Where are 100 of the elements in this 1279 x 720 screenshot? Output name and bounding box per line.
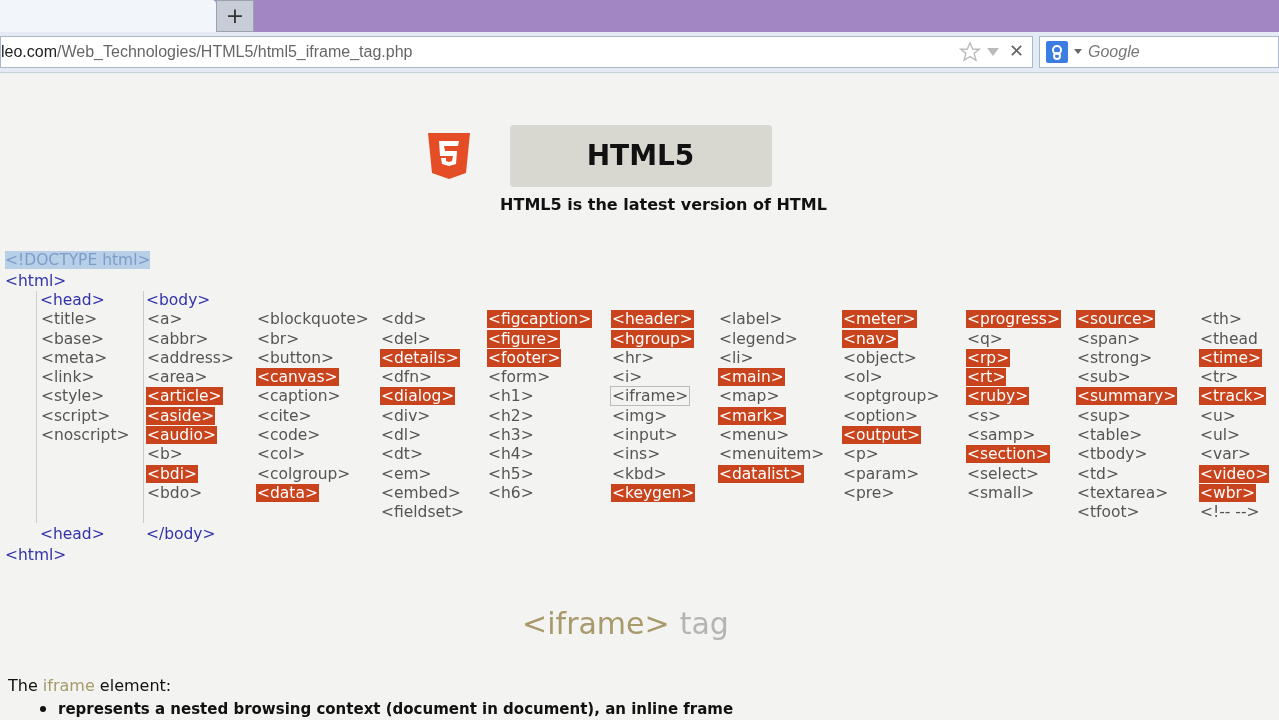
dropdown-icon[interactable] bbox=[987, 47, 999, 56]
tag-name[interactable]: <input> bbox=[611, 426, 679, 444]
tag-name[interactable]: <tr> bbox=[1199, 368, 1240, 387]
browser-tab[interactable] bbox=[0, 0, 216, 32]
tag-name[interactable]: <div> bbox=[380, 406, 432, 425]
new-tab-button[interactable]: + bbox=[216, 0, 254, 32]
new-tag-label[interactable]: <track> bbox=[1199, 387, 1267, 406]
tag-name[interactable]: <b> bbox=[146, 445, 184, 464]
tag-name[interactable]: <colgroup> bbox=[256, 464, 352, 483]
new-tag-label[interactable]: <details> bbox=[380, 348, 460, 367]
tag-name[interactable]: <legend> bbox=[718, 329, 799, 348]
new-tag-label[interactable]: <summary> bbox=[1076, 387, 1178, 406]
new-tag-label[interactable]: <main> bbox=[718, 368, 785, 387]
tag-name[interactable]: <br> bbox=[256, 329, 301, 348]
tag-name[interactable]: <col> bbox=[256, 445, 307, 464]
new-tag-label[interactable]: <nav> bbox=[842, 329, 899, 348]
tag-name[interactable]: <sup> bbox=[1076, 406, 1132, 425]
tag-name[interactable]: <code> bbox=[256, 426, 322, 444]
tag-name[interactable]: <kbd> bbox=[611, 464, 668, 483]
tag-name[interactable]: <ins> bbox=[611, 445, 662, 464]
tag-name[interactable]: <map> bbox=[718, 387, 781, 406]
tag-name[interactable]: <abbr> bbox=[146, 329, 210, 348]
new-tag-label[interactable]: <aside> bbox=[146, 406, 216, 425]
tag-name[interactable]: <button> bbox=[256, 348, 336, 367]
new-tag-label[interactable]: <time> bbox=[1199, 348, 1262, 367]
new-tag-label[interactable]: <audio> bbox=[146, 426, 217, 444]
tag-name[interactable]: <param> bbox=[842, 464, 921, 483]
new-tag-label[interactable]: <bdi> bbox=[146, 464, 198, 483]
tag-name[interactable]: <i> bbox=[611, 368, 644, 387]
new-tag-label[interactable]: <keygen> bbox=[611, 483, 696, 502]
new-tag-label[interactable]: <datalist> bbox=[718, 464, 804, 483]
tag-name[interactable]: <style> bbox=[40, 387, 106, 406]
tag-name[interactable]: <h6> bbox=[487, 483, 535, 502]
tag-name[interactable]: <tfoot> bbox=[1076, 503, 1141, 522]
tag-name[interactable]: <small> bbox=[966, 483, 1036, 502]
tag-name[interactable]: <menu> bbox=[718, 426, 791, 444]
tag-name[interactable]: <cite> bbox=[256, 406, 313, 425]
tag-name[interactable]: <pre> bbox=[842, 483, 896, 502]
tag-name[interactable]: <u> bbox=[1199, 406, 1237, 425]
tag-name[interactable]: <dfn> bbox=[380, 368, 434, 387]
tag-name[interactable]: <select> bbox=[966, 464, 1041, 483]
tag-name[interactable]: <sub> bbox=[1076, 368, 1132, 387]
tag-name[interactable]: <q> bbox=[966, 329, 1004, 348]
new-tag-label[interactable]: <section> bbox=[966, 445, 1050, 464]
tag-name[interactable]: <embed> bbox=[380, 483, 462, 502]
tag-name[interactable]: <dl> bbox=[380, 426, 423, 444]
tag-name[interactable]: <dt> bbox=[380, 445, 424, 464]
new-tag-label[interactable]: <header> bbox=[611, 310, 694, 329]
tag-name[interactable]: <td> bbox=[1076, 464, 1120, 483]
tag-name[interactable]: <option> bbox=[842, 406, 919, 425]
tag-name[interactable]: <!-- --> bbox=[1199, 503, 1261, 522]
tag-name[interactable]: <h2> bbox=[487, 406, 535, 425]
tag-name[interactable]: <link> bbox=[40, 368, 96, 387]
search-engine-icon[interactable] bbox=[1046, 40, 1068, 63]
new-tag-label[interactable]: <data> bbox=[256, 483, 319, 502]
tag-name[interactable]: <blockquote> bbox=[256, 310, 370, 329]
tag-name[interactable]: <h1> bbox=[487, 387, 535, 406]
new-tag-label[interactable]: <article> bbox=[146, 387, 223, 406]
new-tag-label[interactable]: <dialog> bbox=[380, 387, 456, 406]
tag-name[interactable]: <form> bbox=[487, 368, 552, 387]
stop-button[interactable]: ✕ bbox=[1009, 38, 1024, 66]
new-tag-label[interactable]: <wbr> bbox=[1199, 483, 1256, 502]
tag-name[interactable]: <h5> bbox=[487, 464, 535, 483]
current-tag-label[interactable]: <iframe> bbox=[611, 387, 690, 406]
tag-name[interactable]: <noscript> bbox=[40, 426, 131, 444]
tag-name[interactable]: <dd> bbox=[380, 310, 428, 329]
new-tag-label[interactable]: <rp> bbox=[966, 348, 1011, 367]
tag-name[interactable]: <meta> bbox=[40, 348, 109, 367]
new-tag-label[interactable]: <rt> bbox=[966, 368, 1007, 387]
tag-name[interactable]: <h3> bbox=[487, 426, 535, 444]
tag-name[interactable]: <img> bbox=[611, 406, 669, 425]
caret-icon[interactable] bbox=[1074, 49, 1082, 55]
star-icon[interactable] bbox=[959, 40, 981, 63]
address-bar[interactable]: leo.com/Web_Technologies/HTML5/html5_iframe_tag.php ✕ bbox=[0, 35, 1033, 68]
tag-name[interactable]: <table> bbox=[1076, 426, 1144, 444]
tag-name[interactable]: <area> bbox=[146, 368, 209, 387]
tag-name[interactable]: <thead bbox=[1199, 329, 1259, 348]
tag-name[interactable]: <span> bbox=[1076, 329, 1142, 348]
new-tag-label[interactable]: <mark> bbox=[718, 406, 786, 425]
tag-name[interactable]: <address> bbox=[146, 348, 235, 367]
new-tag-label[interactable]: <output> bbox=[842, 426, 922, 444]
tag-name[interactable]: <title> bbox=[40, 310, 99, 329]
tag-name[interactable]: <var> bbox=[1199, 445, 1253, 464]
tag-name[interactable]: <menuitem> bbox=[718, 445, 826, 464]
tag-name[interactable]: <caption> bbox=[256, 387, 342, 406]
new-tag-label[interactable]: <hgroup> bbox=[611, 329, 694, 348]
tag-name[interactable]: <p> bbox=[842, 445, 880, 464]
tag-name[interactable]: <hr> bbox=[611, 348, 656, 367]
new-tag-label[interactable]: <footer> bbox=[487, 348, 562, 367]
search-field[interactable]: Google bbox=[1039, 35, 1279, 68]
new-tag-label[interactable]: <progress> bbox=[966, 310, 1061, 329]
tag-name[interactable]: <script> bbox=[40, 406, 112, 425]
new-tag-label[interactable]: <source> bbox=[1076, 310, 1156, 329]
tag-name[interactable]: <ul> bbox=[1199, 426, 1242, 444]
tag-name[interactable]: <h4> bbox=[487, 445, 535, 464]
tag-name[interactable]: <samp> bbox=[966, 426, 1037, 444]
tag-name[interactable]: <ol> bbox=[842, 368, 884, 387]
tag-name[interactable]: <strong> bbox=[1076, 348, 1154, 367]
tag-name[interactable]: <s> bbox=[966, 406, 1003, 425]
tag-name[interactable]: <textarea> bbox=[1076, 483, 1170, 502]
